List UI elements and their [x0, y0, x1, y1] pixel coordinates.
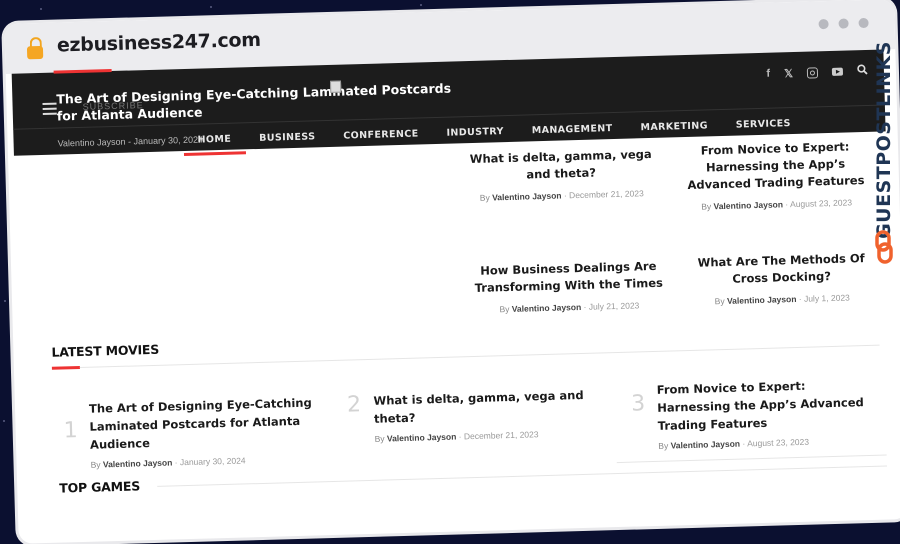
post-date: August 23, 2023	[789, 197, 853, 210]
post-date: July 21, 2023	[588, 300, 640, 312]
section-divider	[157, 465, 887, 487]
section-title-top-games: TOP GAMES	[59, 478, 141, 496]
post-title-link[interactable]: How Business Dealings Are Transforming W…	[473, 258, 664, 297]
guestpostlinks-badge: GUESTPOSTLINKS	[870, 40, 898, 270]
movie-author[interactable]: Valentino Jayson	[103, 457, 173, 469]
nav-management[interactable]: MANAGEMENT	[517, 117, 626, 147]
movie-author[interactable]: Valentino Jayson	[387, 432, 457, 444]
meta-separator: -	[127, 136, 132, 147]
x-icon[interactable]: 𝕏	[784, 66, 793, 79]
post-title-link[interactable]: What is delta, gamma, vega and theta?	[463, 146, 659, 185]
post-title-link[interactable]: What Are The Methods Of Cross Docking?	[691, 250, 872, 289]
post-author[interactable]: Valentino Jayson	[713, 199, 783, 211]
movie-item: 3 From Novice to Expert: Harnessing the …	[631, 375, 883, 452]
broken-image-icon	[329, 80, 342, 93]
social-links: f 𝕏	[766, 64, 868, 81]
window-dot[interactable]	[858, 17, 869, 29]
nav-industry[interactable]: INDUSTRY	[432, 120, 518, 149]
url-text[interactable]: ezbusiness247.com	[57, 29, 261, 57]
grid-post: How Business Dealings Are Transforming W…	[473, 258, 664, 315]
window-dot[interactable]	[818, 18, 829, 30]
movie-title-link[interactable]: What is delta, gamma, vega and theta?	[373, 385, 607, 428]
by-label: By	[658, 440, 669, 451]
movie-author[interactable]: Valentino Jayson	[670, 439, 740, 451]
hero-meta: Valentino Jayson - January 30, 2024	[57, 134, 203, 148]
nav-business[interactable]: BUSINESS	[245, 125, 330, 154]
nav-home[interactable]: HOME	[183, 127, 245, 156]
nav-services[interactable]: SERVICES	[722, 112, 806, 141]
rank-number: 2	[346, 392, 362, 418]
post-date: December 21, 2023	[568, 188, 644, 201]
hero-author[interactable]: Valentino Jayson	[57, 137, 125, 149]
rank-number: 1	[63, 418, 79, 444]
rank-number: 3	[630, 391, 646, 417]
post-date: July 1, 2023	[803, 292, 850, 304]
grid-post: What is delta, gamma, vega and theta? By…	[463, 146, 659, 203]
post-title-link[interactable]: From Novice to Expert: Harnessing the Ap…	[680, 138, 871, 194]
section-title-latest-movies: LATEST MOVIES	[51, 341, 160, 360]
by-label: By	[479, 192, 490, 203]
youtube-icon[interactable]	[831, 67, 844, 76]
lock-icon	[26, 36, 44, 60]
by-label: By	[499, 304, 510, 315]
movie-date: August 23, 2023	[746, 436, 810, 449]
by-label: By	[374, 433, 385, 444]
by-label: By	[701, 201, 712, 212]
movie-title-link[interactable]: The Art of Designing Eye-Catching Lamina…	[89, 393, 334, 454]
nav-marketing[interactable]: MARKETING	[626, 114, 722, 144]
movie-title-link[interactable]: From Novice to Expert: Harnessing the Ap…	[656, 375, 881, 435]
section-divider	[616, 454, 887, 464]
movie-date: January 30, 2024	[179, 455, 246, 468]
by-label: By	[90, 459, 101, 470]
post-author[interactable]: Valentino Jayson	[727, 294, 797, 306]
by-label: By	[714, 295, 725, 307]
movie-item: 2 What is delta, gamma, vega and theta? …	[347, 385, 608, 444]
hamburger-menu-icon[interactable]	[42, 102, 57, 118]
section-divider	[79, 344, 880, 369]
chain-link-icon	[875, 230, 893, 264]
post-author[interactable]: Valentino Jayson	[492, 191, 562, 203]
badge-text: GUESTPOSTLINKS	[873, 41, 895, 239]
section-accent	[51, 366, 80, 370]
browser-window: ezbusiness247.com SUBSCRIBE The Art of D…	[4, 0, 900, 544]
grid-post: What Are The Methods Of Cross Docking? B…	[691, 250, 872, 307]
nav-conference[interactable]: CONFERENCE	[329, 122, 433, 152]
header-accent	[53, 69, 112, 74]
movie-date: December 21, 2023	[463, 429, 539, 442]
movie-item: 1 The Art of Designing Eye-Catching Lami…	[63, 393, 335, 471]
grid-post: From Novice to Expert: Harnessing the Ap…	[680, 138, 872, 212]
window-dot[interactable]	[838, 18, 849, 29]
post-author[interactable]: Valentino Jayson	[512, 302, 582, 314]
facebook-icon[interactable]: f	[766, 68, 770, 80]
window-controls	[818, 17, 869, 30]
search-icon[interactable]	[857, 64, 868, 78]
instagram-icon[interactable]	[806, 66, 819, 79]
